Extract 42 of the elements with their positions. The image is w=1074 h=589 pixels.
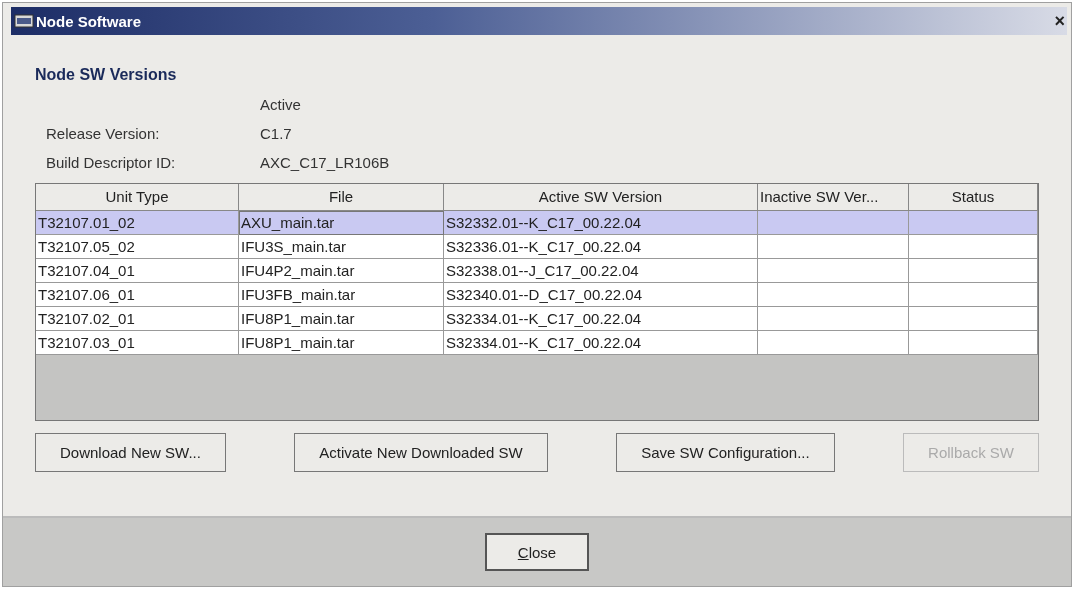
table-row[interactable]: T32107.05_02 IFU3S_main.tar S32336.01--K_C17_00.22.04 — [36, 235, 1038, 259]
table-cell: IFU3FB_main.tar — [241, 286, 356, 303]
action-button[interactable]: Activate New Downloaded SW — [294, 433, 548, 472]
table-cell: S32332.01--K_C17_00.22.04 — [446, 214, 642, 231]
field-label: Release Version: — [46, 125, 161, 142]
close-button[interactable]: × — [1052, 12, 1067, 30]
action-button[interactable]: Download New SW... — [35, 433, 226, 472]
table-cell: T32107.03_01 — [38, 334, 135, 351]
table-row[interactable]: T32107.06_01 IFU3FB_main.tar S32340.01--D_C17_00.22.04 — [36, 283, 1038, 307]
table-cell: S32334.01--K_C17_00.22.04 — [446, 310, 642, 327]
action-button[interactable]: Save SW Configuration... — [616, 433, 835, 472]
table-row[interactable]: T32107.04_01 IFU4P2_main.tar S32338.01--J_C17_00.22.04 — [36, 259, 1038, 283]
section-heading: Node SW Versions — [35, 66, 178, 84]
table-cell: AXU_main.tar — [241, 214, 335, 231]
table-cell: IFU4P2_main.tar — [241, 262, 355, 279]
table-cell: S32336.01--K_C17_00.22.04 — [446, 238, 642, 255]
table-cell: S32338.01--J_C17_00.22.04 — [446, 262, 639, 279]
column-header[interactable]: Active SW Version — [444, 184, 758, 211]
field-value: C1.7 — [260, 125, 293, 142]
table-cell: T32107.06_01 — [38, 286, 135, 303]
column-header[interactable]: Inactive SW Ver... — [758, 184, 909, 211]
table-cell: T32107.05_02 — [38, 238, 135, 255]
table-row[interactable]: T32107.02_01 IFU8P1_main.tar S32334.01--K_C17_00.22.04 — [36, 307, 1038, 331]
table-cell: T32107.01_02 — [38, 214, 135, 231]
field-label: Build Descriptor ID: — [46, 154, 177, 171]
window-title: Node Software — [36, 12, 141, 30]
field-value: AXC_C17_LR106B — [260, 154, 391, 171]
table-cell: T32107.04_01 — [38, 262, 135, 279]
table-cell: IFU8P1_main.tar — [241, 334, 355, 351]
table-cell: S32334.01--K_C17_00.22.04 — [446, 334, 642, 351]
table-cell: T32107.02_01 — [38, 310, 135, 327]
column-header[interactable]: Unit Type — [36, 184, 239, 211]
close-dialog-button[interactable]: Close — [485, 533, 589, 571]
app-icon — [14, 13, 34, 29]
table-row[interactable]: T32107.03_01 IFU8P1_main.tar S32334.01--K_C17_00.22.04 — [36, 331, 1038, 355]
column-label: Active — [260, 96, 302, 113]
table-cell: IFU3S_main.tar — [241, 238, 347, 255]
column-header[interactable]: File — [239, 184, 444, 211]
column-header[interactable]: Status — [909, 184, 1038, 211]
table-cell: S32340.01--D_C17_00.22.04 — [446, 286, 642, 303]
table-row[interactable]: T32107.01_02 AXU_main.tar S32332.01--K_C17_00.22.04 — [36, 211, 1038, 235]
table-cell: IFU8P1_main.tar — [241, 310, 355, 327]
